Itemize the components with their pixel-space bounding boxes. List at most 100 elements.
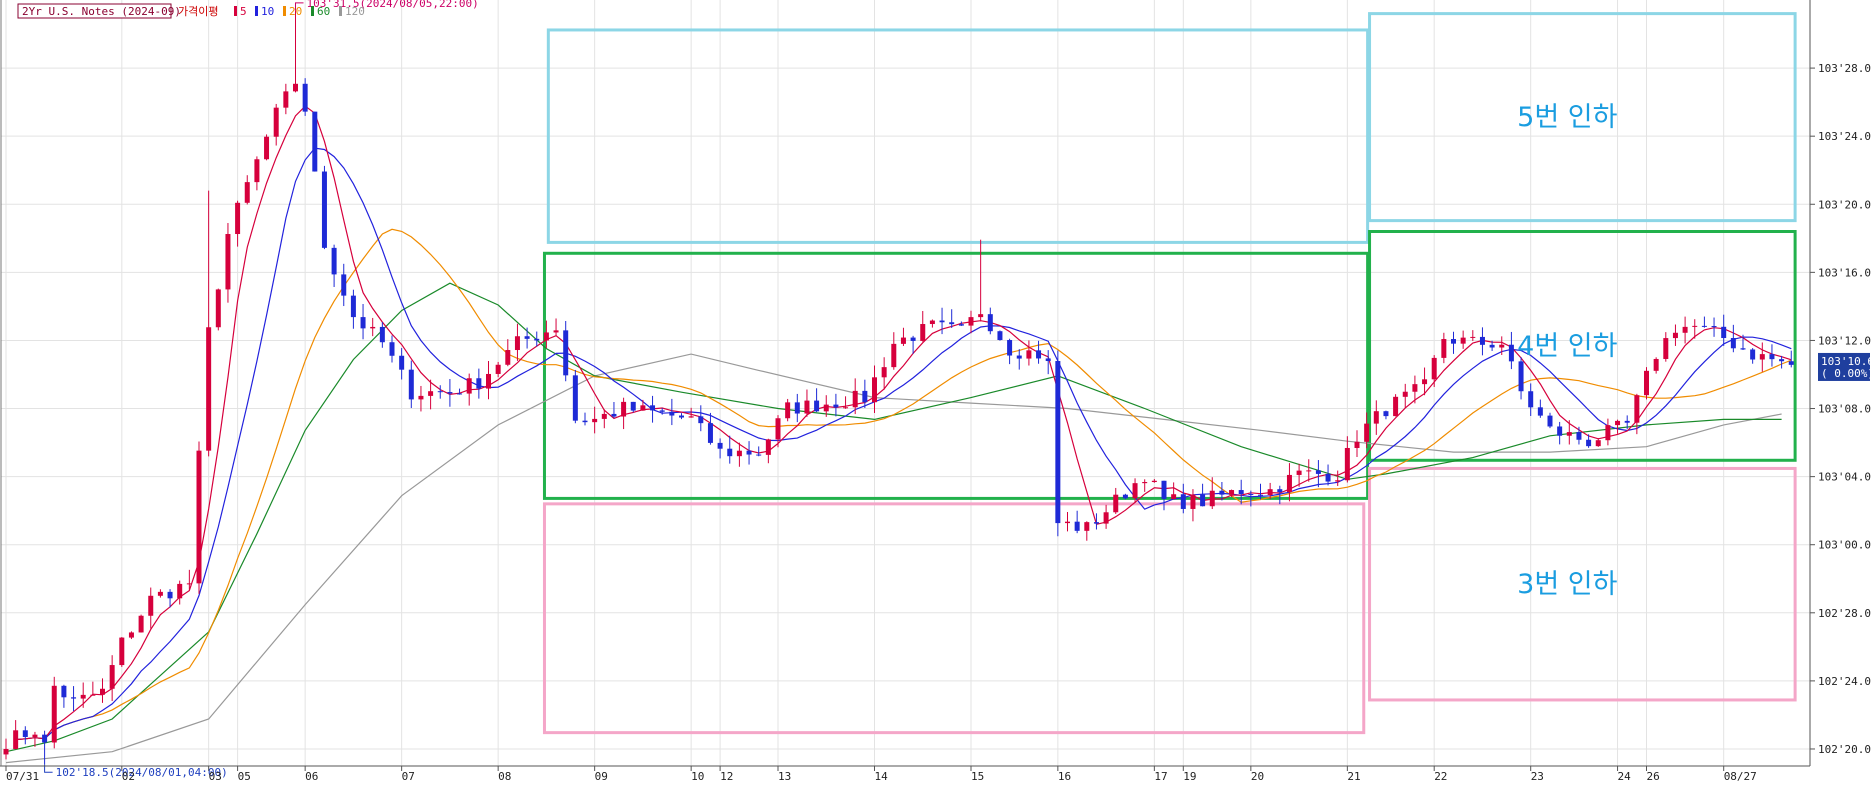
candle-body — [1180, 494, 1186, 509]
candle-body — [486, 373, 491, 389]
candle-body — [852, 390, 858, 408]
candle-body — [1547, 415, 1553, 427]
y-tick-label: 103'16.0 — [1818, 266, 1871, 279]
x-tick-label: 08 — [498, 770, 511, 783]
x-tick-label: 05 — [238, 770, 251, 783]
candle-body — [1354, 441, 1360, 448]
candle-body — [1238, 490, 1244, 495]
candle-body — [1779, 359, 1785, 362]
legend-swatch — [283, 6, 286, 16]
candle-body — [582, 420, 588, 423]
x-tick-label: 20 — [1251, 770, 1264, 783]
candle-body — [1007, 340, 1013, 356]
last-price-change: ( 0.00%) — [1821, 367, 1872, 380]
candle-body — [1016, 355, 1022, 359]
candle-body — [1296, 470, 1302, 475]
candle-body — [862, 390, 868, 403]
y-tick-label: 102'24.0 — [1818, 675, 1871, 688]
candle-body — [1663, 338, 1669, 359]
candle-body — [1161, 480, 1167, 499]
y-tick-label: 102'28.0 — [1818, 607, 1871, 620]
candle-body — [235, 202, 241, 235]
candle-body — [1325, 473, 1331, 482]
candle-body — [1624, 420, 1630, 423]
legend-period: 20 — [289, 5, 302, 18]
candle-body — [659, 410, 665, 412]
candle-body — [428, 391, 434, 396]
candle-body — [370, 326, 376, 329]
x-tick-label: 21 — [1347, 770, 1360, 783]
candle-body — [1644, 370, 1649, 396]
x-tick-label: 14 — [875, 770, 889, 783]
candle-body — [1026, 350, 1032, 359]
candle-body — [1258, 494, 1263, 496]
candle-body — [157, 591, 163, 596]
legend-swatch — [234, 6, 237, 16]
candle-body — [1055, 361, 1061, 524]
x-tick-label: 16 — [1058, 770, 1071, 783]
candle-body — [447, 392, 453, 394]
legend-instrument: 2Yr U.S. Notes (2024-09) — [22, 5, 181, 18]
candle-body — [572, 375, 578, 421]
candle-body — [1190, 494, 1196, 509]
candle-body — [630, 401, 636, 411]
candle-body — [244, 182, 250, 203]
candle-body — [273, 107, 279, 137]
candle-body — [1402, 391, 1408, 397]
x-tick-label: 19 — [1183, 770, 1196, 783]
candle-body — [186, 583, 192, 585]
candle-body — [1277, 489, 1283, 493]
candle-body — [1441, 339, 1447, 358]
candle-body — [71, 697, 77, 699]
candle-body — [1065, 521, 1070, 524]
x-tick-label: 10 — [691, 770, 704, 783]
candle-body — [341, 274, 347, 296]
candle-body — [949, 322, 955, 325]
last-price-tag: 103'10.6( 0.00%) — [1818, 352, 1872, 381]
candle-body — [80, 694, 86, 699]
candle-body — [1595, 440, 1601, 447]
candle-body — [1769, 354, 1775, 360]
x-tick-label: 23 — [1531, 770, 1544, 783]
candle-body — [1479, 336, 1485, 345]
candle-body — [1036, 350, 1042, 359]
candle-body — [1759, 354, 1765, 360]
candle-body — [1093, 522, 1099, 524]
candle-body — [1113, 494, 1119, 513]
candle-body — [1373, 411, 1379, 424]
candle-body — [138, 615, 144, 633]
x-tick-label: 26 — [1647, 770, 1660, 783]
x-tick-label: 03 — [209, 770, 222, 783]
candle-body — [1219, 490, 1225, 495]
candle-body — [978, 314, 984, 318]
candle-body — [90, 694, 96, 696]
candle-body — [843, 407, 849, 409]
candle-body — [592, 418, 598, 423]
candle-body — [1499, 344, 1505, 348]
candle-body — [1171, 494, 1177, 499]
candle-body — [466, 378, 472, 394]
candle-body — [321, 171, 327, 248]
candle-body — [302, 83, 308, 112]
price-chart[interactable]: 103'31.5(2024/08/05,22:00) 102'18.5(2024/… — [0, 0, 1872, 788]
candle-body — [1605, 425, 1611, 441]
candle-body — [100, 688, 105, 695]
candle-body — [563, 330, 569, 376]
candle-body — [1364, 423, 1370, 442]
candle-body — [746, 450, 752, 455]
legend: 2Yr U.S. Notes (2024-09)가격이평 5 10 20 60 120 — [17, 3, 365, 19]
y-tick-label: 103'28.0 — [1818, 62, 1871, 75]
candle-body — [958, 324, 964, 326]
candle-body — [293, 83, 298, 92]
candle-body — [215, 289, 221, 328]
candle-body — [350, 295, 356, 318]
candle-body — [476, 378, 482, 389]
candle-body — [1692, 325, 1698, 327]
candle-body — [1074, 521, 1080, 531]
candle-body — [331, 247, 337, 275]
x-tick-label: 08/27 — [1724, 770, 1757, 783]
candle-body — [1615, 420, 1621, 426]
candle-body — [1286, 474, 1292, 493]
candle-body — [1315, 470, 1321, 474]
candle-body — [128, 632, 134, 638]
